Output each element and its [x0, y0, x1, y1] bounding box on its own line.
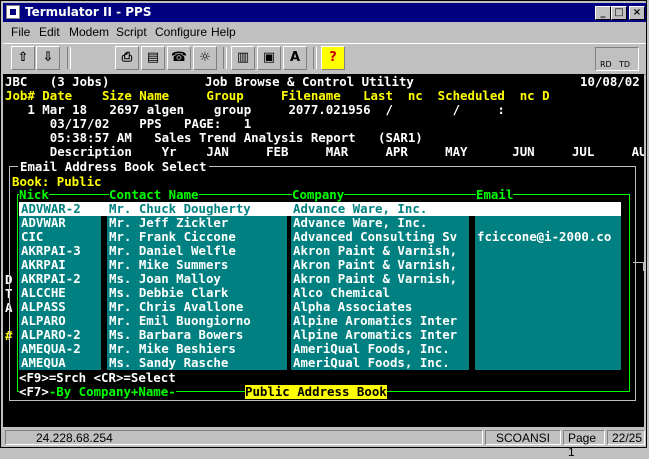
row-nick[interactable]: AMEQUA-2 [21, 342, 81, 356]
app-window: Termulator II - PPS _ □ × File Edit Mode… [0, 0, 647, 459]
row-nick[interactable]: AKRPAI-3 [21, 244, 81, 258]
toolbar: ⇧ ⇩ ⎙ ▤ ☎ ☼ ▥ ▣ A ? RD TD [3, 43, 646, 75]
row-contact[interactable]: Mr. Mike Beshiers [109, 342, 236, 356]
report-line-title: 05:38:57 AM Sales Trend Analysis Report … [5, 130, 423, 145]
row-company[interactable]: Alco Chemical [293, 286, 390, 300]
window-title: Termulator II - PPS [25, 5, 152, 19]
column-header-nick: Nick [19, 187, 49, 202]
key-hints: <F9>=Srch <CR>=Select [19, 370, 176, 385]
row-contact[interactable]: Mr. Daniel Welfle [109, 244, 236, 258]
menu-modem[interactable]: Modem [69, 25, 109, 39]
row-nick[interactable]: ALPARO-2 [21, 328, 81, 342]
menu-file[interactable]: File [11, 25, 30, 39]
utility-header-left: JBC (3 Jobs) [5, 74, 110, 89]
toolbar-separator [313, 47, 317, 69]
rd-td-indicator: RD TD [595, 47, 639, 71]
sort-mode: -By Company+Name- [48, 384, 176, 399]
font-button[interactable]: A [283, 46, 307, 70]
utility-header-title: Job Browse & Control Utility [205, 74, 414, 89]
row-contact[interactable]: Mr. Chuck Dougherty [109, 202, 251, 216]
status-page: Page 1 [563, 430, 605, 459]
row-nick[interactable]: AKRPAI-2 [21, 272, 81, 286]
menu-configure[interactable]: Configure [155, 25, 207, 39]
maximize-button[interactable]: □ [611, 6, 627, 20]
status-cursor-pos: 22/25 [607, 430, 645, 445]
background-frame-edge [633, 262, 644, 271]
td-label: TD [619, 60, 631, 69]
row-nick[interactable]: AMEQUA [21, 356, 66, 370]
row-nick[interactable]: ALCCHE [21, 286, 66, 300]
rd-label: RD [600, 60, 612, 69]
row-contact[interactable]: Mr. Jeff Zickler [109, 216, 228, 230]
title-bar: Termulator II - PPS _ □ × [3, 3, 646, 22]
status-host: 24.228.68.254 [5, 430, 483, 445]
row-contact[interactable]: Ms. Barbara Bowers [109, 328, 243, 342]
row-nick[interactable]: ADVWAR [21, 216, 66, 230]
row-company[interactable]: Alpine Aromatics Inter [293, 328, 457, 342]
row-company[interactable]: Akron Paint & Varnish, [293, 258, 457, 272]
row-nick[interactable]: ALPARO [21, 314, 66, 328]
row-email[interactable]: fciccone@i-2000.co [477, 230, 611, 244]
job-row-1[interactable]: 1 Mar 18 2697 algen group 2077.021956 / … [5, 103, 504, 117]
dial-phone-icon[interactable]: ☎ [167, 46, 191, 70]
job-columns-header: Job# Date Size Name Group Filename Last … [5, 88, 550, 103]
lightbulb-icon[interactable]: ☼ [193, 46, 217, 70]
menu-help[interactable]: Help [211, 25, 236, 39]
row-company[interactable]: Akron Paint & Varnish, [293, 244, 457, 258]
row-company[interactable]: Advance Ware, Inc. [293, 202, 427, 216]
report-line-months: Description Yr JAN FEB MAR APR MAY JUN J… [5, 144, 644, 159]
row-nick[interactable]: ALPASS [21, 300, 66, 314]
window-layout-icon[interactable]: ▥ [231, 46, 255, 70]
help-button[interactable]: ? [321, 46, 345, 70]
toolbar-separator [223, 47, 227, 69]
row-contact[interactable]: Mr. Mike Summers [109, 258, 228, 272]
row-contact[interactable]: Mr. Emil Buongiorno [109, 314, 251, 328]
download-icon[interactable]: ⇩ [36, 46, 60, 70]
email-column [475, 202, 621, 370]
row-company[interactable]: Alpine Aromatics Inter [293, 314, 457, 328]
row-company[interactable]: Advance Ware, Inc. [293, 216, 427, 230]
row-company[interactable]: AmeriQual Foods, Inc. [293, 342, 450, 356]
utility-header-date: 10/08/02 [580, 74, 640, 89]
menu-bar: File Edit Modem Script Configure Help [3, 23, 646, 41]
f7-key: <F7> [19, 384, 49, 399]
column-header-company: Company [292, 187, 345, 202]
sort-key-hint[interactable]: <F7>-By Company+Name- [19, 385, 176, 399]
status-emulation: SCOANSI [485, 430, 561, 445]
row-nick[interactable]: ADVWAR-2 [21, 202, 81, 216]
row-contact[interactable]: Ms. Sandy Rasche [109, 356, 228, 370]
menu-script[interactable]: Script [116, 25, 147, 39]
public-address-book-label: Public Address Book [245, 384, 387, 399]
close-button[interactable]: × [629, 6, 645, 20]
row-company[interactable]: AmeriQual Foods, Inc. [293, 356, 450, 370]
column-header-email: Email [476, 187, 514, 202]
print-screen-icon[interactable]: ▤ [141, 46, 165, 70]
menu-edit[interactable]: Edit [39, 25, 60, 39]
row-company[interactable]: Alpha Associates [293, 300, 412, 314]
status-bar: 24.228.68.254 SCOANSI Page 1 22/25 [3, 429, 646, 459]
email-dialog-title: Email Address Book Select [18, 159, 209, 174]
row-contact[interactable]: Mr. Chris Avallone [109, 300, 243, 314]
report-line-date: 03/17/02 PPS PAGE: 1 [5, 116, 252, 131]
row-contact[interactable]: Ms. Joan Malloy [109, 272, 221, 286]
row-nick[interactable]: AKRPAI [21, 258, 66, 272]
terminal-screen[interactable]: JBC (3 Jobs) Job Browse & Control Utilit… [3, 74, 644, 427]
upload-icon[interactable]: ⇧ [11, 46, 35, 70]
row-contact[interactable]: Mr. Frank Ciccone [109, 230, 236, 244]
row-contact[interactable]: Ms. Debbie Clark [109, 286, 228, 300]
column-header-contact: Contact Name [109, 187, 199, 202]
print-icon[interactable]: ⎙ [115, 46, 139, 70]
row-company[interactable]: Advanced Consulting Sv [293, 230, 457, 244]
minimize-button[interactable]: _ [595, 6, 611, 20]
row-nick[interactable]: CIC [21, 230, 43, 244]
monitor-icon[interactable]: ▣ [257, 46, 281, 70]
app-icon[interactable] [6, 5, 20, 19]
row-company[interactable]: Akron Paint & Varnish, [293, 272, 457, 286]
toolbar-separator [67, 47, 71, 69]
